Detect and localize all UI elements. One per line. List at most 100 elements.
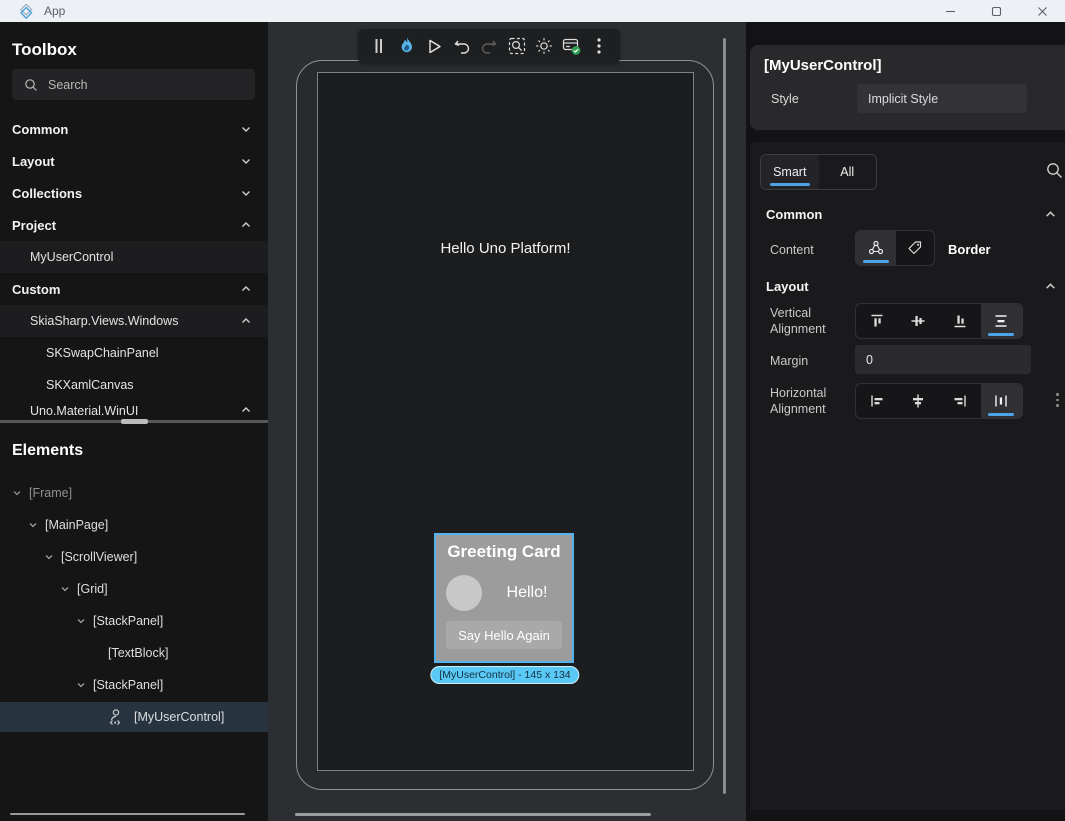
- close-icon: [1037, 6, 1048, 17]
- chevron-up-icon: [240, 219, 252, 231]
- chevron-up-icon[interactable]: [1044, 280, 1057, 293]
- tree-item-label: [MainPage]: [45, 518, 108, 532]
- canvas-horizontal-scrollbar[interactable]: [295, 813, 651, 816]
- chevron-down-icon[interactable]: [76, 616, 86, 626]
- align-left-button[interactable]: [856, 384, 898, 418]
- toolbox-item-skswapchainpanel[interactable]: SKSwapChainPanel: [0, 337, 268, 369]
- tree-item-textblock[interactable]: [TextBlock]: [0, 638, 268, 668]
- active-toggle-underline: [988, 333, 1014, 336]
- drag-handle[interactable]: [368, 35, 390, 57]
- tree-item-grid[interactable]: [Grid]: [0, 574, 268, 604]
- maximize-button[interactable]: [973, 0, 1019, 22]
- tree-item-frame[interactable]: [Frame]: [0, 478, 268, 508]
- toolbox-section-custom[interactable]: Custom: [0, 273, 268, 305]
- section-label: Layout: [12, 154, 55, 169]
- content-mode-toggle: [855, 230, 935, 266]
- section-label: Collections: [12, 186, 82, 201]
- align-bottom-button[interactable]: [939, 304, 981, 338]
- tab-all[interactable]: All: [819, 155, 877, 189]
- splitter-track: [0, 420, 268, 423]
- more-ellipsis-icon[interactable]: [588, 35, 610, 57]
- margin-input[interactable]: [855, 345, 1031, 374]
- toolbox-item-skxamlcanvas[interactable]: SKXamlCanvas: [0, 369, 268, 401]
- toolbox-panel: Toolbox Common Layout Collections Projec…: [0, 22, 268, 821]
- tree-item-scrollviewer[interactable]: [ScrollViewer]: [0, 542, 268, 572]
- chevron-up-icon: [240, 283, 252, 295]
- content-binding-toggle[interactable]: [856, 231, 896, 265]
- design-canvas[interactable]: Hello Uno Platform! Greeting Card Hello!…: [268, 22, 746, 821]
- tree-item-stackpanel-2[interactable]: [StackPanel]: [0, 670, 268, 700]
- toolbox-section-project[interactable]: Project: [0, 209, 268, 241]
- search-input[interactable]: [48, 78, 228, 92]
- greeting-card-title: Greeting Card: [436, 535, 572, 562]
- chevron-up-icon: [240, 404, 252, 416]
- row-options-ellipsis[interactable]: [1056, 393, 1059, 407]
- chevron-down-icon: [240, 123, 252, 135]
- chevron-down-icon[interactable]: [76, 680, 86, 690]
- toolbox-item-myusercontrol[interactable]: MyUserControl: [0, 241, 268, 273]
- panel-splitter[interactable]: [0, 417, 268, 425]
- toolbox-section-common[interactable]: Common: [0, 113, 268, 145]
- undo-button[interactable]: [451, 35, 473, 57]
- vertical-alignment-group: [855, 303, 1023, 339]
- horizontal-alignment-group: [855, 383, 1023, 419]
- page-textblock[interactable]: Hello Uno Platform!: [318, 240, 693, 257]
- section-label: Project: [12, 218, 56, 233]
- device-connected-check-icon[interactable]: [561, 35, 583, 57]
- redo-button-disabled[interactable]: [478, 35, 500, 57]
- maximize-icon: [991, 6, 1002, 17]
- toolbox-group-skiasharp[interactable]: SkiaSharp.Views.Windows: [0, 305, 268, 337]
- chevron-down-icon[interactable]: [60, 584, 70, 594]
- canvas-vertical-scrollbar[interactable]: [723, 38, 726, 794]
- content-tag-toggle[interactable]: [896, 231, 935, 265]
- tree-item-label: [StackPanel]: [93, 614, 163, 628]
- tab-label: All: [840, 165, 854, 179]
- theme-sun-icon[interactable]: [533, 35, 555, 57]
- chevron-down-icon[interactable]: [28, 520, 38, 530]
- minimize-button[interactable]: [927, 0, 973, 22]
- tab-smart[interactable]: Smart: [761, 155, 819, 189]
- minimize-icon: [945, 6, 956, 17]
- tree-item-label: [StackPanel]: [93, 678, 163, 692]
- say-hello-again-button[interactable]: Say Hello Again: [446, 621, 562, 649]
- toolbox-search[interactable]: [12, 69, 255, 100]
- chevron-up-icon[interactable]: [1044, 208, 1057, 221]
- style-selector[interactable]: Implicit Style: [857, 84, 1027, 113]
- chevron-down-icon[interactable]: [12, 488, 22, 498]
- stretch-horizontal-button[interactable]: [981, 384, 1023, 418]
- section-common[interactable]: Common: [750, 202, 1065, 226]
- chevron-down-icon[interactable]: [44, 552, 54, 562]
- close-button[interactable]: [1019, 0, 1065, 22]
- align-vcenter-button[interactable]: [898, 304, 940, 338]
- play-button[interactable]: [423, 35, 445, 57]
- align-top-button[interactable]: [856, 304, 898, 338]
- properties-header-card: [MyUserControl] Style Implicit Style: [750, 45, 1065, 130]
- align-right-button[interactable]: [939, 384, 981, 418]
- align-hcenter-button[interactable]: [898, 384, 940, 418]
- element-picker-icon[interactable]: [506, 35, 528, 57]
- tree-item-mainpage[interactable]: [MainPage]: [0, 510, 268, 540]
- toolbox-title: Toolbox: [12, 40, 77, 60]
- toolbox-group-unomaterial[interactable]: Uno.Material.WinUI: [0, 401, 268, 418]
- stretch-vertical-button[interactable]: [981, 304, 1023, 338]
- tab-label: Smart: [773, 165, 806, 179]
- toolbox-item-label: MyUserControl: [30, 250, 113, 264]
- hot-reload-flame-icon[interactable]: [396, 35, 418, 57]
- splitter-handle[interactable]: [121, 419, 148, 424]
- toolbox-section-collections[interactable]: Collections: [0, 177, 268, 209]
- section-layout[interactable]: Layout: [750, 274, 1065, 298]
- properties-search-icon[interactable]: [1046, 162, 1063, 179]
- toolbox-item-label: SKXamlCanvas: [46, 378, 134, 392]
- tree-item-myusercontrol-selected[interactable]: [MyUserControl]: [0, 702, 268, 732]
- usercontrol-icon: [106, 707, 126, 727]
- active-toggle-underline: [863, 260, 889, 263]
- greeting-card-control[interactable]: Greeting Card Hello! Say Hello Again: [436, 535, 572, 661]
- tree-item-label: [TextBlock]: [108, 646, 168, 660]
- selection-outline[interactable]: Greeting Card Hello! Say Hello Again: [434, 533, 574, 663]
- left-panel-scrollbar[interactable]: [10, 813, 245, 815]
- properties-panel: [MyUserControl] Style Implicit Style Sma…: [746, 22, 1065, 821]
- align-bottom-icon: [951, 312, 969, 330]
- align-top-icon: [868, 312, 886, 330]
- tree-item-stackpanel-1[interactable]: [StackPanel]: [0, 606, 268, 636]
- toolbox-section-layout[interactable]: Layout: [0, 145, 268, 177]
